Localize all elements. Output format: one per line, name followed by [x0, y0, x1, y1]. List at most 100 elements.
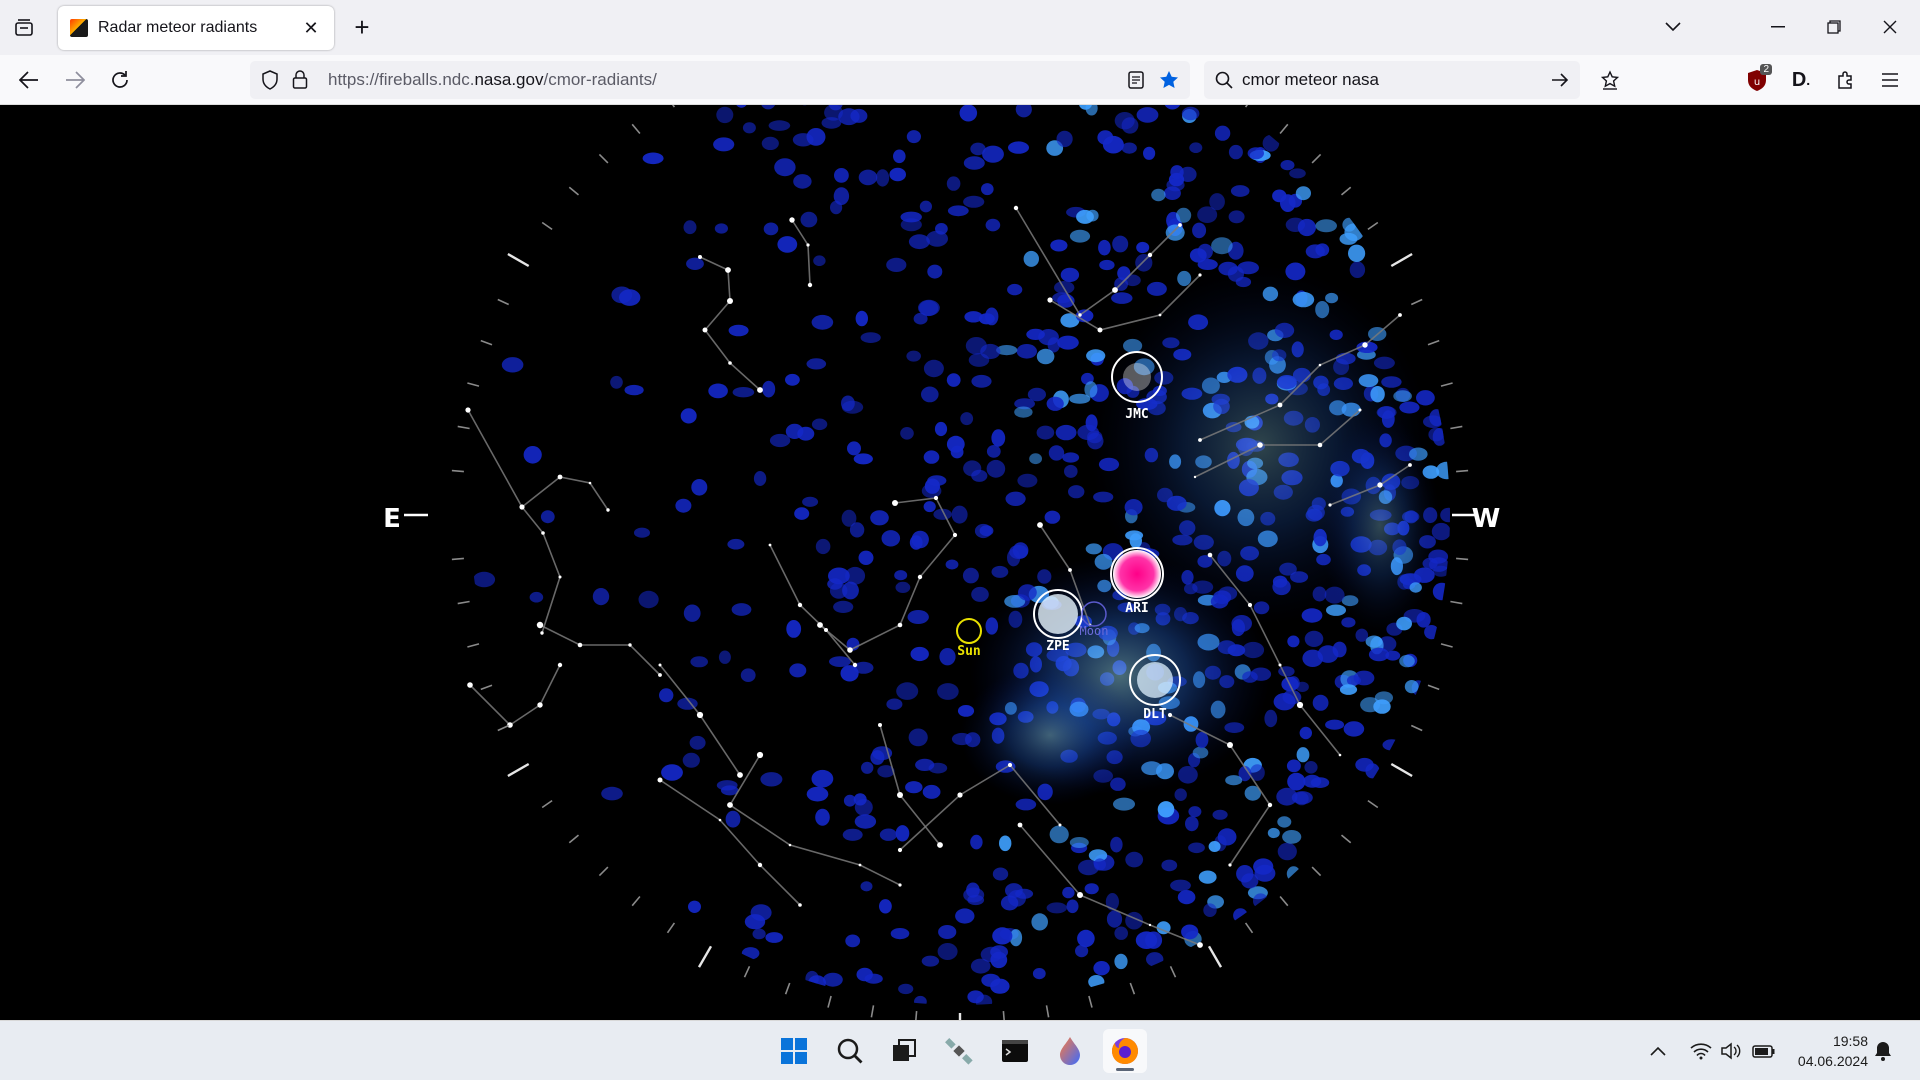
- radiant-dot: [853, 453, 873, 465]
- horizon-tick: [1207, 945, 1223, 968]
- radiant-dot: [1189, 142, 1203, 153]
- radiant-dot: [1163, 105, 1182, 110]
- star: [658, 663, 662, 667]
- radiant-dot: [1197, 243, 1213, 260]
- horizon-tick: [467, 382, 480, 387]
- horizon-tick: [480, 684, 493, 691]
- url-bar[interactable]: https://fireballs.ndc.nasa.gov/cmor-radi…: [250, 61, 1190, 99]
- drop-app-icon[interactable]: [1048, 1029, 1092, 1073]
- back-icon[interactable]: [14, 65, 44, 95]
- star: [1047, 297, 1053, 303]
- forward-icon[interactable]: [60, 65, 90, 95]
- clock-time: 19:58: [1832, 1033, 1868, 1049]
- wifi-icon[interactable]: [1690, 1021, 1712, 1080]
- tab-overflow-chevron-icon[interactable]: [1655, 12, 1691, 42]
- close-tab-icon[interactable]: ✕: [300, 17, 322, 39]
- radiant-dot: [1084, 381, 1098, 398]
- tab-radar-meteor-radiants[interactable]: Radar meteor radiants ✕: [58, 6, 334, 50]
- radiant-dot: [1276, 787, 1298, 806]
- radiant-dot: [1399, 654, 1415, 668]
- star: [1257, 442, 1263, 448]
- battery-icon[interactable]: [1752, 1021, 1776, 1080]
- search-input[interactable]: cmor meteor nasa: [1242, 70, 1379, 90]
- task-view-icon[interactable]: [882, 1029, 926, 1073]
- radiant-dot: [1299, 726, 1313, 740]
- taskbar-search-icon[interactable]: [828, 1029, 872, 1073]
- radiant-dot: [860, 881, 873, 892]
- radiant-dot: [708, 383, 728, 399]
- constellation-line: [699, 256, 761, 391]
- star: [628, 643, 632, 647]
- restore-button[interactable]: [1816, 12, 1852, 42]
- radiant-dot: [1289, 168, 1306, 179]
- star: [467, 682, 473, 688]
- ublock-origin-icon[interactable]: u 2: [1744, 64, 1772, 93]
- horizon-tick: [1390, 762, 1413, 778]
- minimize-button[interactable]: [1760, 12, 1796, 42]
- url-text[interactable]: https://fireballs.ndc.nasa.gov/cmor-radi…: [328, 70, 657, 90]
- taskbar-clock[interactable]: 19:58 04.06.2024: [1798, 1031, 1868, 1071]
- windows-taskbar: 19:58 04.06.2024: [0, 1020, 1920, 1080]
- radiant-dot: [893, 149, 906, 164]
- star: [1058, 823, 1062, 827]
- satellite-app-icon[interactable]: [937, 1029, 981, 1073]
- firefox-taskbar-icon[interactable]: [1103, 1029, 1147, 1073]
- extensions-puzzle-icon[interactable]: [1833, 67, 1859, 93]
- app-menu-hamburger-icon[interactable]: [1877, 67, 1903, 93]
- star: [957, 792, 963, 798]
- horizon-tick: [1410, 298, 1423, 306]
- radiant-dot: [985, 218, 1001, 232]
- radiant-sky-map[interactable]: E W JMC ARI ZPE DLT Moon Sun: [0, 105, 1920, 1020]
- search-go-arrow-icon[interactable]: [1550, 70, 1570, 90]
- horizon-tick: [1390, 252, 1413, 268]
- radiant-dot: [501, 357, 524, 373]
- sun-marker[interactable]: Sun: [956, 618, 982, 659]
- terminal-icon[interactable]: [993, 1029, 1037, 1073]
- radiant-dot: [970, 834, 983, 850]
- radiant-dot: [909, 535, 923, 550]
- radiant-dot: [785, 373, 800, 386]
- reader-view-icon[interactable]: [1126, 70, 1146, 90]
- radiant-dot: [1023, 250, 1039, 267]
- radiant-dot: [769, 433, 791, 448]
- radiant-dot: [841, 395, 855, 412]
- radiant-dot: [939, 648, 956, 666]
- padlock-icon[interactable]: [290, 69, 310, 91]
- dashlane-icon[interactable]: D.: [1788, 67, 1814, 93]
- windows-start-icon[interactable]: [772, 1029, 816, 1073]
- tracking-protection-shield-icon[interactable]: [260, 70, 280, 90]
- star: [725, 267, 731, 273]
- close-window-button[interactable]: [1872, 12, 1908, 42]
- save-to-pocket-icon[interactable]: [1598, 68, 1622, 92]
- radiant-dot: [1424, 625, 1439, 640]
- star: [1362, 342, 1368, 348]
- radiant-dot: [1217, 828, 1237, 846]
- star: [1013, 205, 1019, 211]
- radiant-dot: [540, 510, 555, 524]
- radiant-dot: [740, 668, 756, 682]
- list-all-tabs-icon[interactable]: [10, 14, 38, 42]
- radiant-dot: [921, 386, 939, 403]
- new-tab-button[interactable]: +: [348, 14, 376, 42]
- search-bar[interactable]: cmor meteor nasa: [1204, 61, 1580, 99]
- radiant-dot: [895, 581, 911, 593]
- bookmark-star-icon[interactable]: [1158, 69, 1180, 91]
- show-hidden-icons-chevron-icon[interactable]: [1650, 1021, 1666, 1080]
- radiant-dot: [1373, 699, 1391, 714]
- radiant-dot: [1277, 842, 1297, 861]
- radiant-dot: [725, 810, 741, 828]
- radiant-dot: [1382, 739, 1401, 751]
- notification-bell-icon[interactable]: [1874, 1021, 1892, 1080]
- horizon-tick: [1169, 965, 1177, 978]
- radiant-dot: [718, 650, 731, 664]
- reload-icon[interactable]: [105, 65, 135, 95]
- radiant-dot: [805, 970, 819, 987]
- radiant-dot: [1208, 841, 1221, 852]
- radiant-dot: [1304, 630, 1324, 648]
- star: [898, 883, 902, 887]
- radiant-dot: [1286, 866, 1301, 882]
- star: [1148, 923, 1152, 927]
- star: [1228, 863, 1232, 867]
- radiant-dot: [927, 264, 943, 279]
- volume-icon[interactable]: [1720, 1021, 1742, 1080]
